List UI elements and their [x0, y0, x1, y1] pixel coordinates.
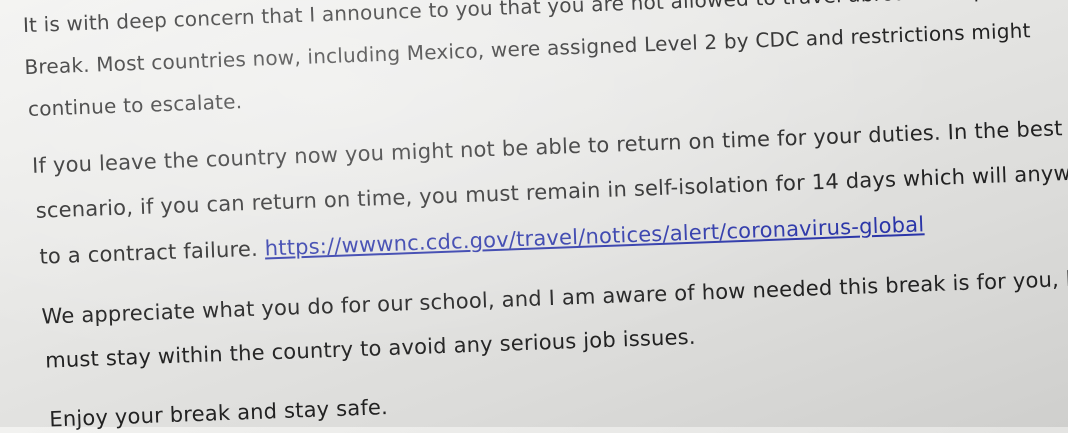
paragraph-3-line-2: must stay within the country to avoid an…	[44, 324, 697, 373]
paragraph-2-line-3-text: to a contract failure.	[38, 236, 266, 269]
closing-line: Enjoy your break and stay safe.	[48, 395, 389, 432]
email-body: It is with deep concern that I announce …	[0, 0, 1068, 431]
cdc-alert-link[interactable]: https://wwwnc.cdc.gov/travel/notices/ale…	[264, 212, 924, 260]
paragraph-3-line-1: We appreciate what you do for our school…	[41, 264, 1068, 329]
paragraph-1-line-3: continue to escalate.	[27, 89, 243, 122]
paragraph-2-line-3: to a contract failure. https://wwwnc.cdc…	[39, 212, 925, 268]
